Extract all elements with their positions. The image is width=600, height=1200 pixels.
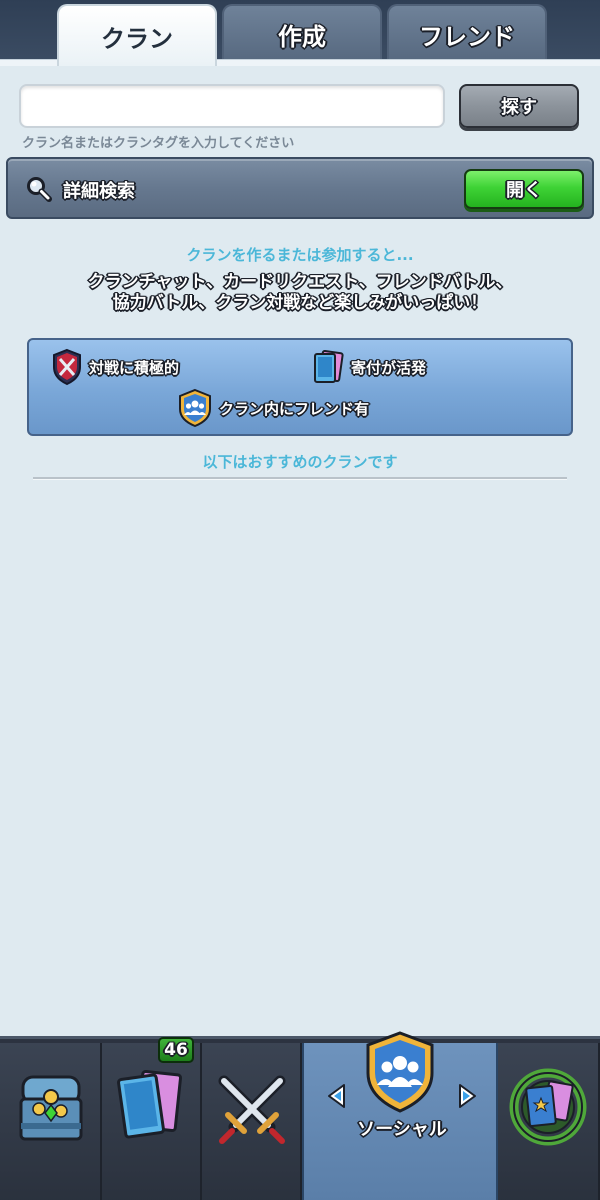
clan-search-input[interactable] <box>19 84 445 128</box>
cards-count-badge: 46 <box>158 1037 194 1063</box>
tab-create[interactable]: 作成 <box>222 4 382 62</box>
advanced-search-bar: 詳細検索 開く <box>6 157 594 219</box>
tab-clan[interactable]: クラン <box>57 4 217 66</box>
feature-battle: 対戦に積極的 <box>51 348 179 386</box>
nav-social[interactable]: ソーシャル <box>302 1031 498 1200</box>
info-lead-text: クランを作るまたは参加すると... <box>186 246 414 264</box>
divider <box>33 477 567 480</box>
tab-friend[interactable]: フレンド <box>387 4 547 62</box>
magnifier-icon <box>27 177 52 202</box>
crossed-swords-icon <box>218 1075 286 1144</box>
tab-friend-label: フレンド <box>419 22 515 51</box>
info-body-line-2: 協力バトル、クラン対戦など楽しみがいっぱい！ <box>112 293 488 313</box>
feature-friends: クラン内にフレンド有 <box>177 388 369 428</box>
laurel-cards-icon <box>509 1068 587 1146</box>
nav-social-label: ソーシャル <box>357 1119 447 1140</box>
battle-shield-icon <box>53 348 81 386</box>
feature-donate-label: 寄付が活発 <box>351 358 427 377</box>
social-shield-icon <box>366 1031 434 1113</box>
nav-shop[interactable] <box>0 1043 102 1200</box>
top-tab-bar: クラン 作成 フレンド <box>0 0 600 66</box>
advanced-search-label: 詳細検索 <box>63 181 135 202</box>
cards-donate-icon <box>314 350 344 383</box>
arrow-left-icon[interactable] <box>326 1083 348 1109</box>
info-body-text: クランチャット、カードリクエスト、フレンドバトル、 協力バトル、クラン対戦など楽… <box>0 272 600 314</box>
open-advanced-search-button[interactable]: 開く <box>464 169 584 209</box>
search-hint: クラン名またはクランタグを入力してください <box>22 136 295 151</box>
feature-donate: 寄付が活発 <box>311 348 426 386</box>
nav-cards[interactable]: 46 <box>102 1037 202 1200</box>
feature-friends-label: クラン内にフレンド有 <box>219 399 370 418</box>
bottom-nav: 46 ソーシャル <box>0 1031 600 1200</box>
friends-shield-icon <box>179 388 211 428</box>
search-button[interactable]: 探す <box>459 84 579 128</box>
nav-battle[interactable] <box>202 1043 302 1200</box>
tab-create-label: 作成 <box>278 22 326 51</box>
tab-clan-label: クラン <box>101 24 173 53</box>
nav-events[interactable] <box>498 1043 600 1200</box>
open-button-label: 開く <box>506 180 542 201</box>
feature-battle-label: 対戦に積極的 <box>89 358 180 377</box>
arrow-right-icon[interactable] <box>456 1083 478 1109</box>
chest-icon <box>19 1075 83 1141</box>
recommended-clans-heading: 以下はおすすめのクランです <box>202 453 398 471</box>
clan-benefits-panel: 対戦に積極的 寄付が活発 クラン内にフレンド有 <box>27 338 573 436</box>
search-button-label: 探す <box>501 97 537 118</box>
info-body-line-1: クランチャット、カードリクエスト、フレンドバトル、 <box>87 272 513 292</box>
cards-icon <box>117 1069 183 1139</box>
